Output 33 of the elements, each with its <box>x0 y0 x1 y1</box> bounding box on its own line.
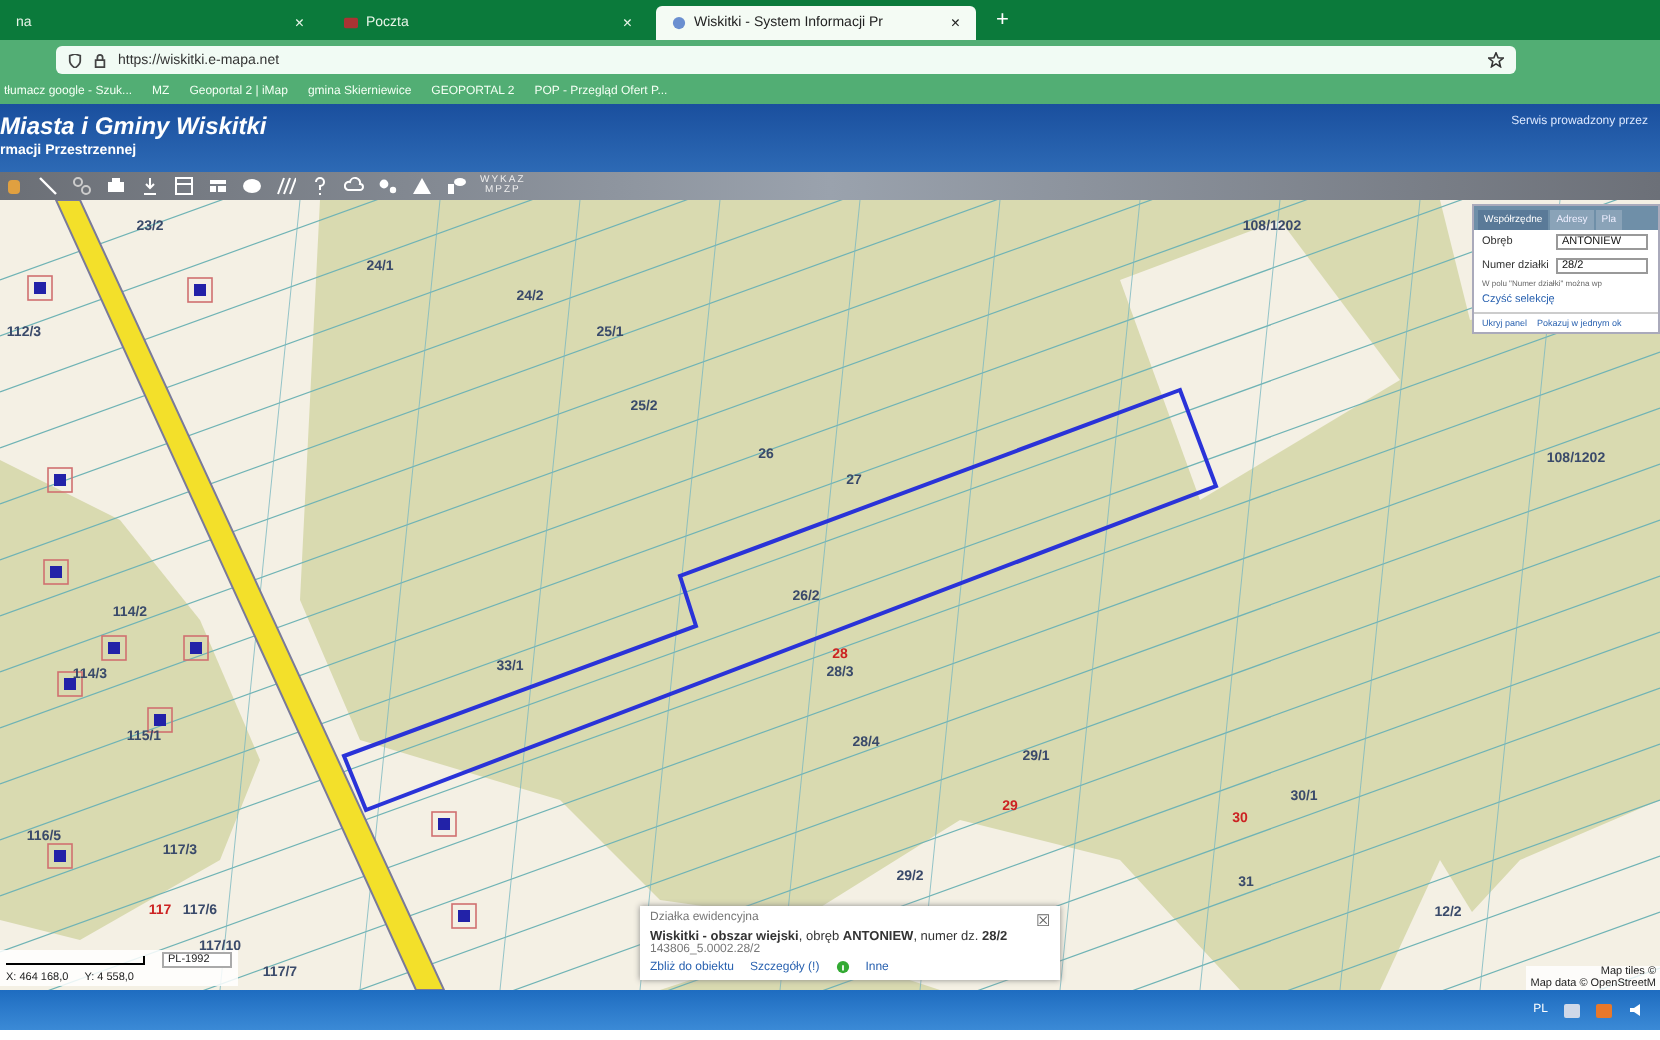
print-icon[interactable] <box>106 176 126 196</box>
building-icon <box>101 635 127 661</box>
building-icon <box>47 843 73 869</box>
info-icon <box>835 960 850 974</box>
speech-bubble-icon[interactable] <box>242 176 262 196</box>
line-icon[interactable] <box>38 176 58 196</box>
question-icon[interactable] <box>310 176 330 196</box>
portal-title: Miasta i Gminy Wiskitki <box>0 112 267 140</box>
star-icon[interactable] <box>1488 52 1504 68</box>
building-icon <box>451 903 477 929</box>
warning-icon[interactable] <box>412 176 432 196</box>
globe-icon <box>672 16 686 30</box>
speaker-icon[interactable] <box>1628 1002 1644 1018</box>
new-tab-button[interactable]: + <box>984 8 1021 32</box>
scale-bar <box>6 955 146 965</box>
building-icon <box>47 467 73 493</box>
window-icon[interactable] <box>174 176 194 196</box>
mail-icon <box>344 16 358 30</box>
keyboard-icon[interactable] <box>1564 1003 1580 1017</box>
lock-icon <box>94 53 106 67</box>
hatch-icon[interactable] <box>276 176 296 196</box>
download-icon[interactable] <box>140 176 160 196</box>
building-icon <box>43 559 69 585</box>
shield-icon <box>68 53 82 67</box>
link-icon[interactable] <box>72 176 92 196</box>
building-icon <box>183 635 209 661</box>
building-icon <box>147 707 173 733</box>
building-icon <box>431 811 457 837</box>
building-icon <box>187 277 213 303</box>
building-icon <box>27 275 53 301</box>
table-icon[interactable] <box>208 176 228 196</box>
close-button[interactable]: ☒ <box>1036 912 1050 930</box>
cloud-icon[interactable] <box>344 176 364 196</box>
